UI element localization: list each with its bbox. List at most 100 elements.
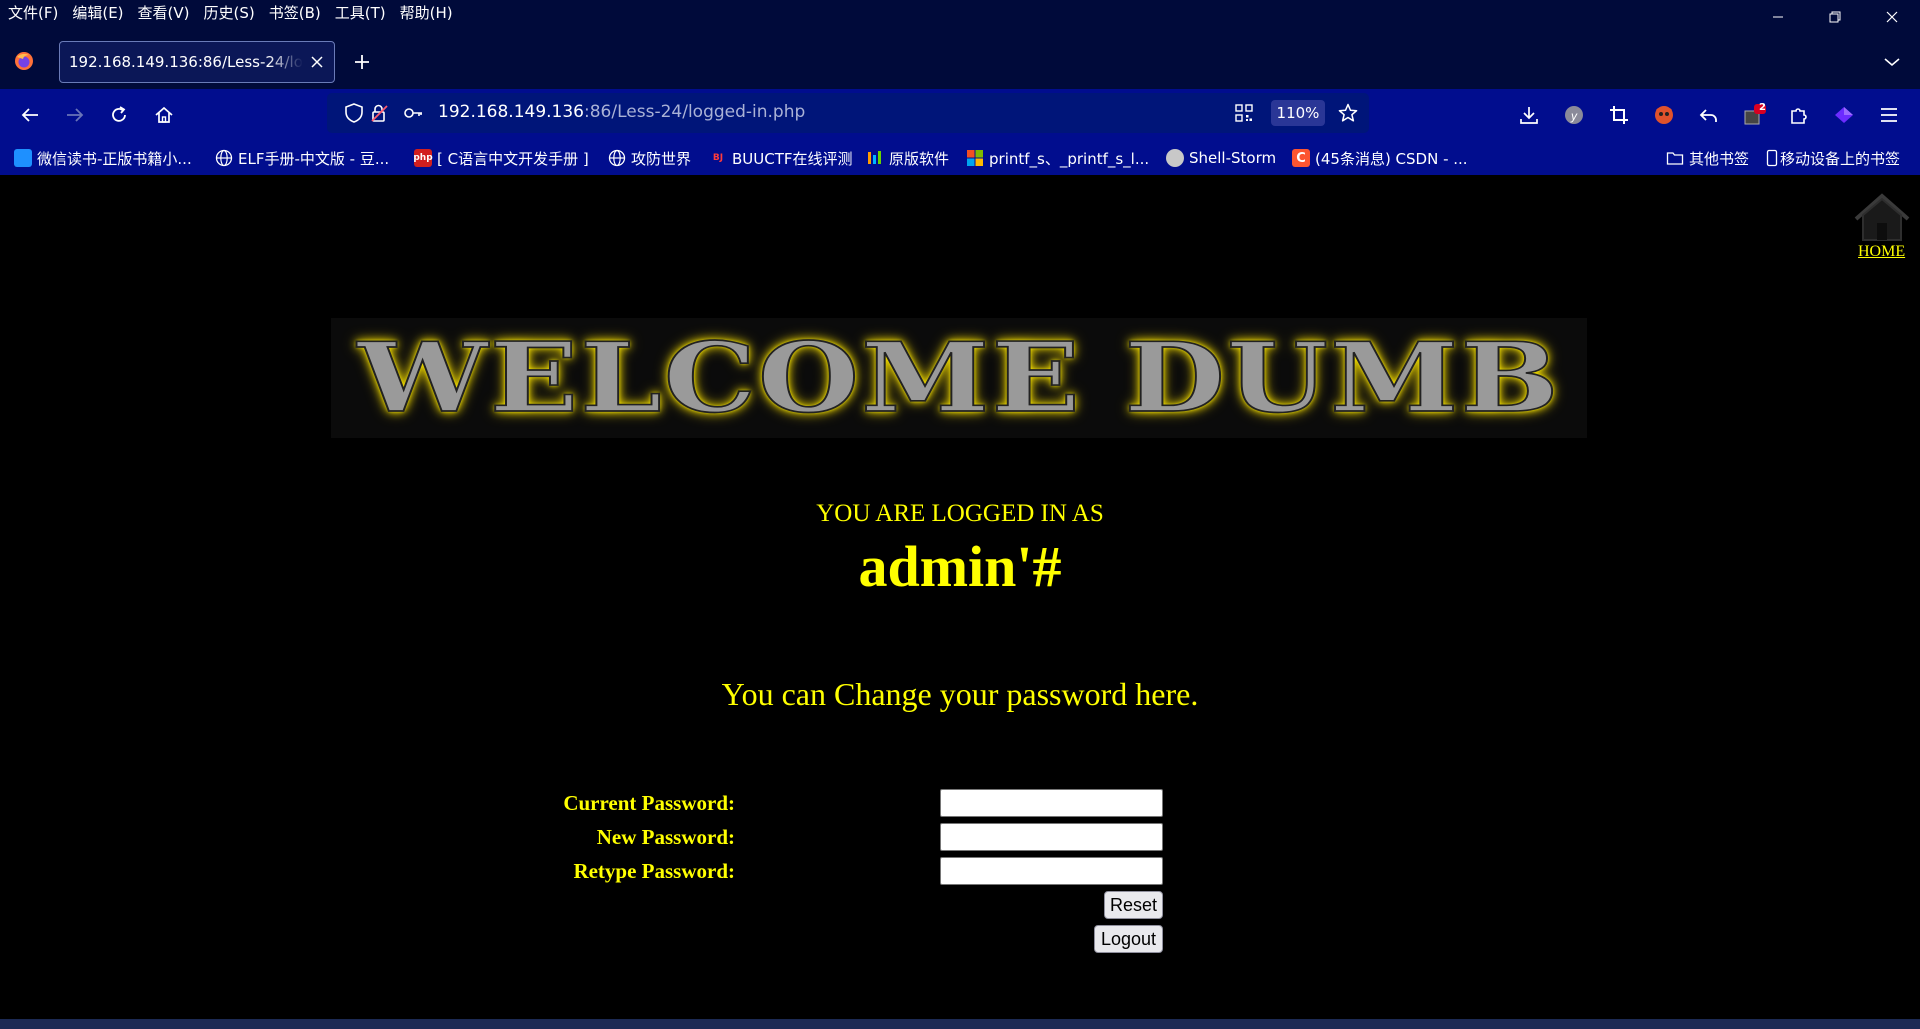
bottom-edge: [0, 1019, 1920, 1029]
bookmark-weread[interactable]: 微信读书-正版书籍小...: [14, 146, 192, 170]
bookmark-elf-manual[interactable]: ELF手册-中文版 - 豆...: [215, 146, 389, 170]
screenshot-crop-button[interactable]: [1606, 102, 1632, 128]
bookmark-star-icon[interactable]: [1338, 103, 1358, 123]
home-icon: [155, 106, 173, 123]
extension-y-icon: y: [1565, 106, 1583, 124]
back-button[interactable]: [17, 102, 43, 128]
menu-view[interactable]: 查看(V): [131, 2, 197, 24]
url-text[interactable]: 192.168.149.136:86/Less-24/logged-in.php: [438, 102, 805, 122]
bookmark-buuctf[interactable]: BJ BUUCTF在线评测: [709, 146, 853, 170]
current-password-row: Current Password:: [0, 788, 1920, 818]
notification-count: 2: [1759, 102, 1766, 113]
app-menu-button[interactable]: [1876, 102, 1902, 128]
reload-icon: [112, 106, 126, 122]
retype-password-input[interactable]: [940, 857, 1163, 885]
bookmark-label: BUUCTF在线评测: [732, 149, 853, 168]
close-icon: [311, 56, 323, 68]
bookmark-label: 其他书签: [1689, 149, 1750, 168]
home-label: HOME: [1858, 243, 1906, 260]
menu-bar: 文件(F) 编辑(E) 查看(V) 历史(S) 书签(B) 工具(T) 帮助(H…: [0, 0, 1920, 26]
current-password-label: Current Password:: [563, 791, 735, 815]
retype-password-label: Retype Password:: [573, 859, 735, 883]
reload-button[interactable]: [106, 102, 132, 128]
extension-cat-icon: [1655, 106, 1673, 124]
bookmark-original-software[interactable]: 原版软件: [866, 146, 949, 170]
tab-active[interactable]: 192.168.149.136:86/Less-24/logged-in.php: [59, 41, 335, 83]
current-password-input[interactable]: [940, 789, 1163, 817]
bookmark-printf-s[interactable]: printf_s、_printf_s_l...: [966, 146, 1149, 170]
csdn-icon: C: [1292, 149, 1310, 167]
page-content: HOME WELCOME DUMB YOU ARE LOGGED IN AS a…: [0, 175, 1920, 1019]
menu-help[interactable]: 帮助(H): [393, 2, 460, 24]
weread-icon: [14, 149, 32, 167]
firefox-icon[interactable]: [14, 51, 34, 71]
address-bar[interactable]: 192.168.149.136:86/Less-24/logged-in.php…: [327, 93, 1369, 133]
menu-file[interactable]: 文件(F): [0, 2, 65, 24]
logged-in-label: YOU ARE LOGGED IN AS: [816, 500, 1104, 527]
extension-badge-button[interactable]: 2: [1742, 102, 1768, 128]
restore-icon: [1829, 11, 1840, 23]
banner-text: WELCOME DUMB: [356, 322, 1561, 434]
tab-title: 192.168.149.136:86/Less-24/logged-in.php: [69, 53, 303, 71]
change-password-heading: You can Change your password here.: [721, 676, 1199, 712]
menu-edit[interactable]: 编辑(E): [65, 2, 130, 24]
new-password-input[interactable]: [940, 823, 1163, 851]
forward-button[interactable]: [62, 102, 88, 128]
diamond-icon: [1835, 107, 1853, 123]
reset-button[interactable]: Reset: [1104, 891, 1163, 919]
puzzle-icon: [1791, 108, 1807, 124]
arrow-right-icon: [67, 108, 84, 122]
bookmark-mobile-folder[interactable]: 移动设备上的书签: [1766, 146, 1900, 170]
bookmark-adworld[interactable]: 攻防世界: [608, 146, 691, 170]
qr-code-icon[interactable]: [1234, 103, 1254, 123]
new-tab-button[interactable]: [350, 50, 374, 74]
folder-icon: [1666, 149, 1684, 167]
username: admin'#: [858, 534, 1062, 599]
bookmark-label: [ C语言中文开发手册 ]: [437, 149, 589, 168]
bookmark-label: Shell-Storm: [1189, 149, 1277, 167]
home-button[interactable]: [151, 102, 177, 128]
logout-button[interactable]: Logout: [1094, 925, 1163, 953]
tab-strip: 192.168.149.136:86/Less-24/logged-in.php: [0, 26, 1920, 89]
bookmark-shell-storm[interactable]: Shell-Storm: [1166, 146, 1276, 170]
extension-cat-button[interactable]: [1651, 102, 1677, 128]
undo-close-button[interactable]: [1696, 102, 1722, 128]
bookmark-label: 移动设备上的书签: [1780, 149, 1901, 168]
retype-password-row: Retype Password:: [0, 856, 1920, 886]
bookmark-label: (45条消息) CSDN - ...: [1315, 149, 1468, 168]
new-password-row: New Password:: [0, 822, 1920, 852]
extensions-button[interactable]: [1786, 102, 1812, 128]
home-icon: [1854, 193, 1910, 241]
extension-diamond-button[interactable]: [1831, 102, 1857, 128]
extension-y-button[interactable]: y: [1561, 102, 1587, 128]
list-all-tabs-button[interactable]: [1880, 50, 1904, 74]
tab-close-button[interactable]: [308, 53, 326, 71]
bookmark-label: ELF手册-中文版 - 豆...: [238, 149, 390, 168]
menu-bookmarks[interactable]: 书签(B): [262, 2, 328, 24]
menu-history[interactable]: 历史(S): [197, 2, 262, 24]
bookmark-label: 原版软件: [889, 149, 950, 168]
shell-storm-icon: [1166, 149, 1184, 167]
minimize-icon: [1772, 16, 1783, 18]
zoom-level-button[interactable]: 110%: [1271, 100, 1325, 126]
plus-icon: [355, 55, 369, 69]
chevron-down-icon: [1884, 58, 1900, 67]
downloads-button[interactable]: [1516, 102, 1542, 128]
url-path: :86/Less-24/logged-in.php: [584, 102, 806, 122]
hamburger-menu-icon: [1881, 108, 1897, 122]
mobile-device-icon: [1766, 149, 1778, 167]
bookmark-c-manual[interactable]: php [ C语言中文开发手册 ]: [413, 146, 589, 170]
original-software-icon: [866, 149, 884, 167]
bookmark-csdn[interactable]: C (45条消息) CSDN - ...: [1292, 146, 1468, 170]
buuctf-icon: BJ: [712, 153, 724, 163]
lock-warning-icon[interactable]: [370, 103, 390, 123]
shield-icon[interactable]: [344, 103, 364, 123]
arrow-left-icon: [21, 108, 38, 122]
bookmark-other-folder[interactable]: 其他书签: [1666, 146, 1749, 170]
welcome-banner: WELCOME DUMB: [331, 318, 1587, 438]
home-link[interactable]: HOME: [1848, 193, 1916, 265]
close-icon: [1886, 11, 1897, 23]
crop-icon: [1610, 106, 1628, 124]
menu-tools[interactable]: 工具(T): [328, 2, 393, 24]
key-icon[interactable]: [403, 103, 423, 123]
